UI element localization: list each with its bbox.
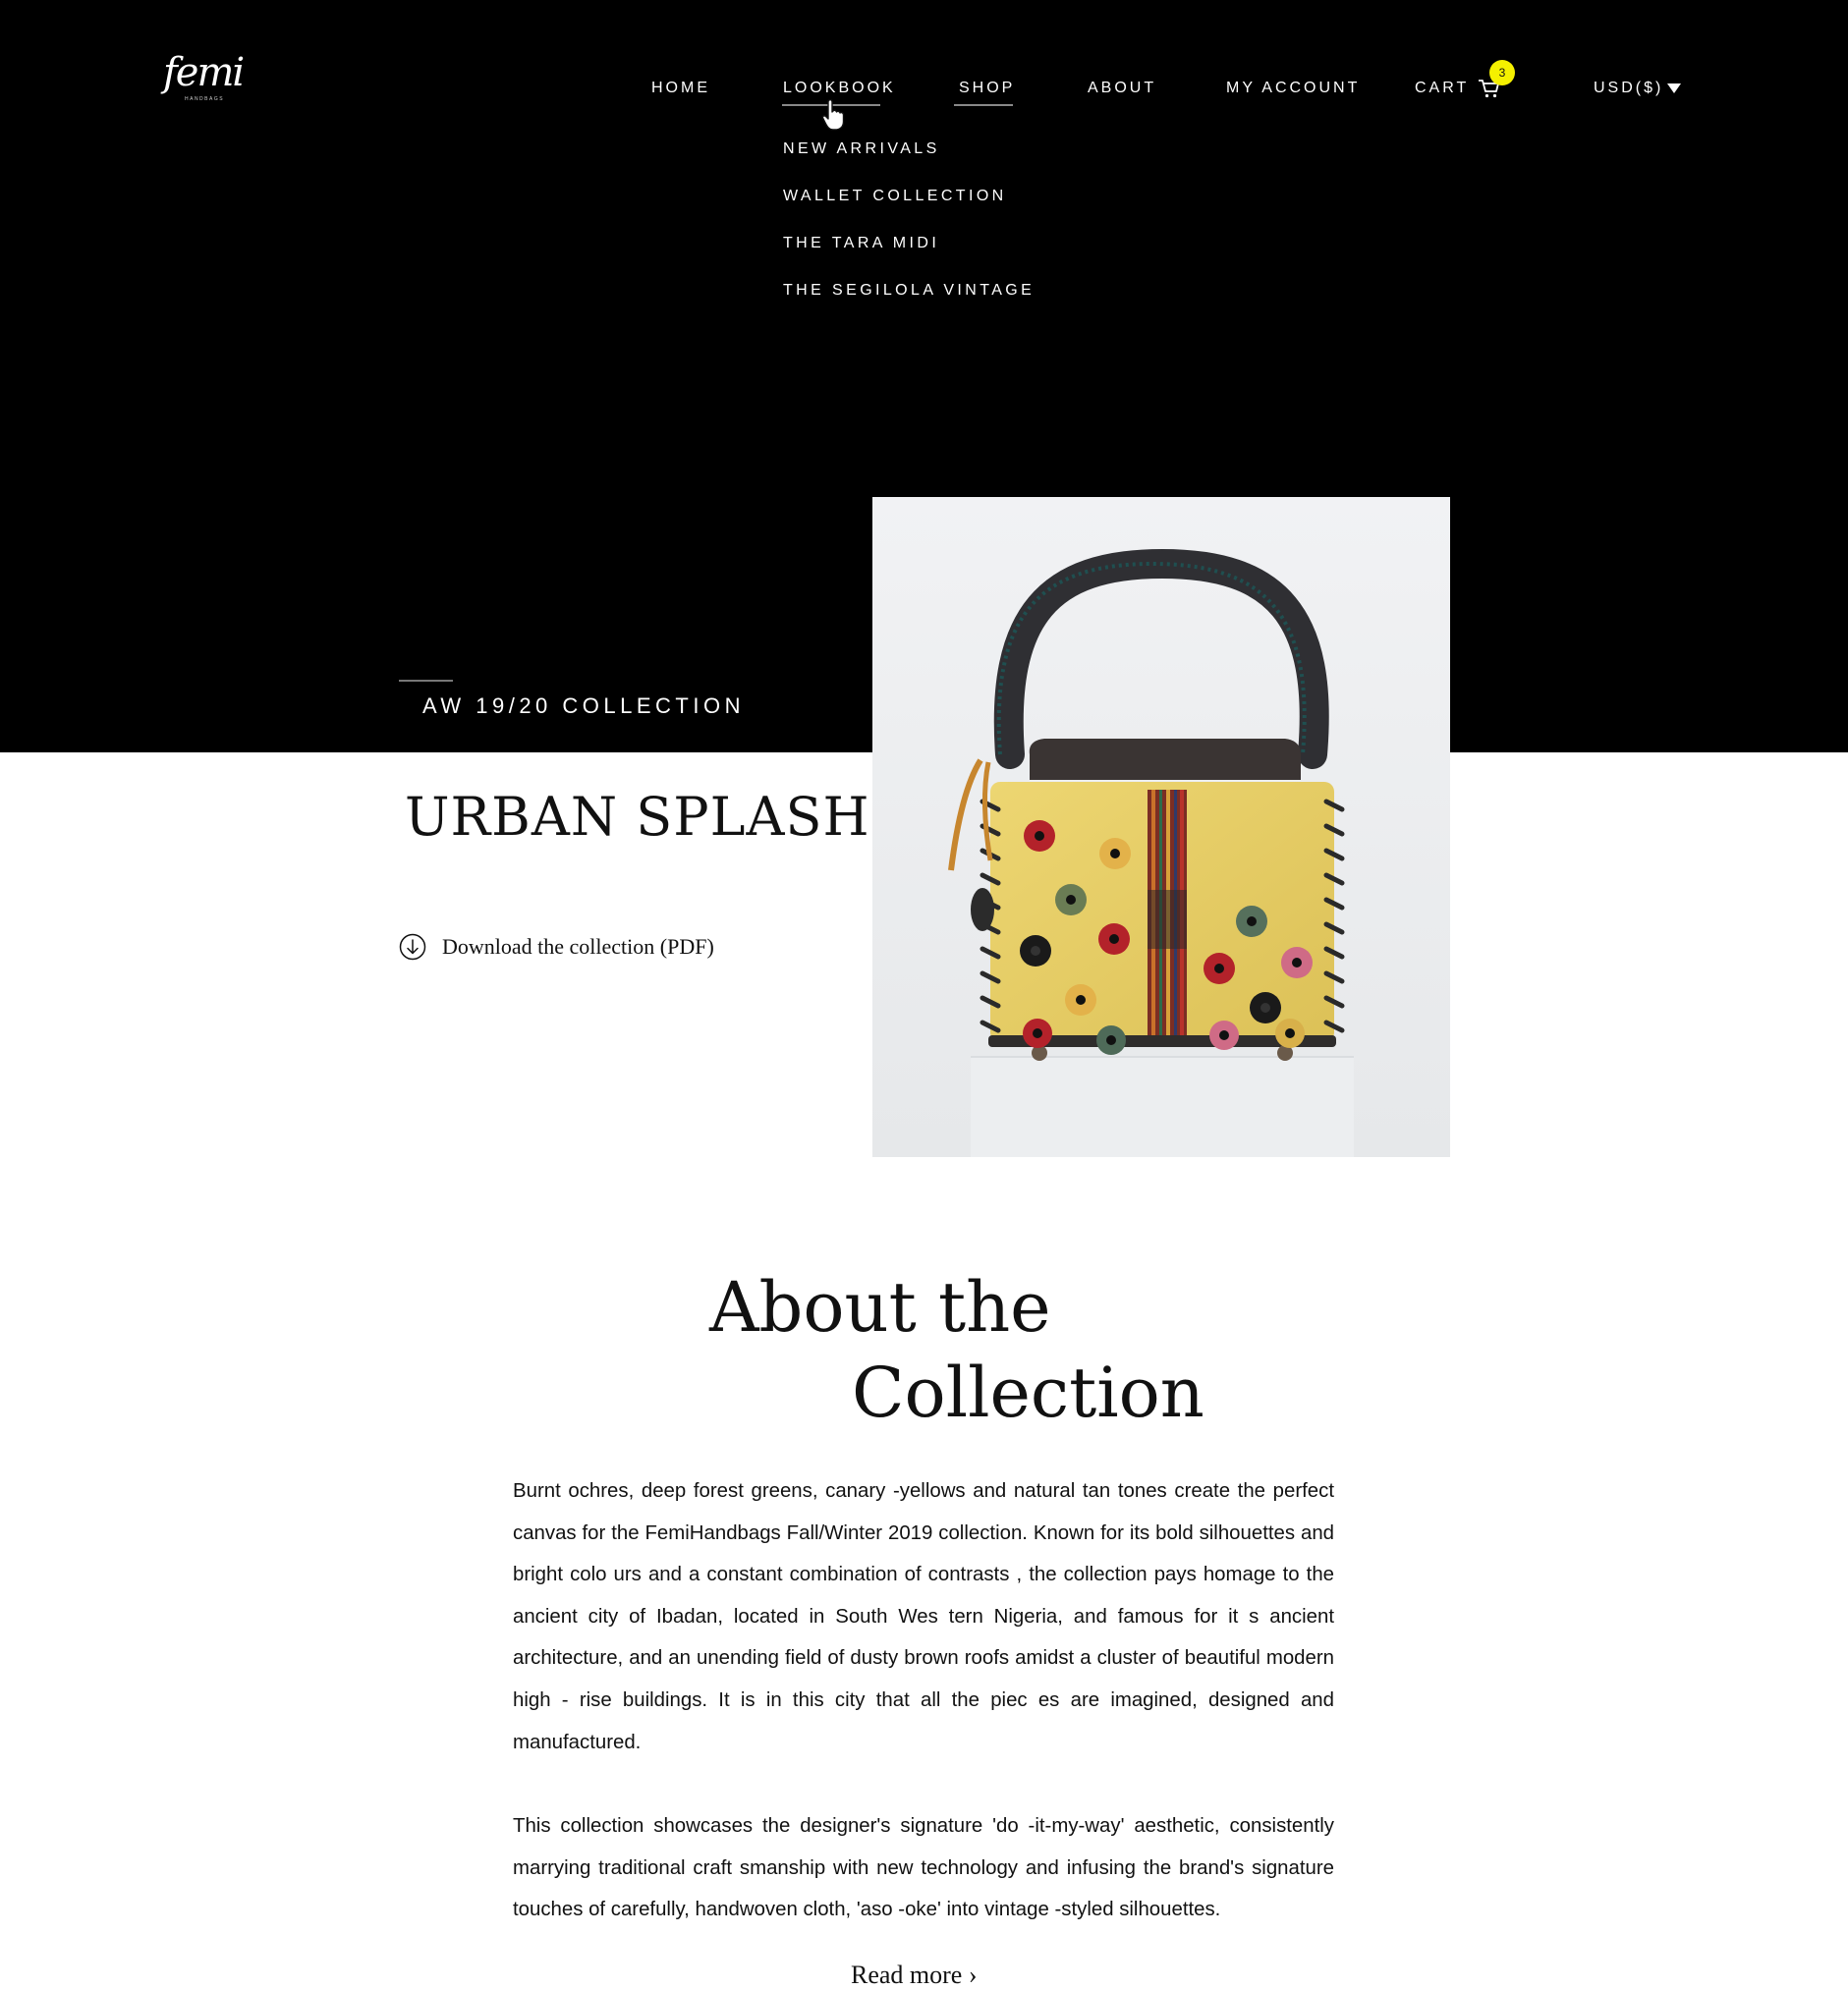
download-label: Download the collection (PDF) xyxy=(442,934,714,959)
dropdown-item-segilola-vintage[interactable]: THE SEGILOLA VINTAGE xyxy=(783,279,1035,303)
nav-home[interactable]: HOME xyxy=(651,77,710,100)
about-paragraph-1: Burnt ochres, deep forest greens, canary… xyxy=(513,1480,1334,1753)
about-title-line1: About the xyxy=(709,1267,1051,1348)
product-image-urban-splash-bag xyxy=(872,497,1450,1157)
download-collection-link[interactable]: Download the collection (PDF) xyxy=(399,933,714,961)
about-title-line2: Collection xyxy=(852,1353,1204,1433)
read-more-link[interactable]: Read more › xyxy=(851,1961,978,1990)
nav-shop[interactable]: SHOP xyxy=(959,77,1015,100)
read-more-label: Read more xyxy=(851,1961,963,1989)
nav-my-account[interactable]: MY ACCOUNT xyxy=(1226,77,1360,100)
main-nav: HOME LOOKBOOK SHOP ABOUT MY ACCOUNT CART… xyxy=(0,77,1848,100)
chevron-down-icon[interactable] xyxy=(1667,83,1681,93)
handbag-illustration xyxy=(872,497,1450,1157)
aso-oke-stripe xyxy=(1148,790,1187,1040)
dropdown-item-new-arrivals[interactable]: NEW ARRIVALS xyxy=(783,138,940,161)
download-icon xyxy=(399,933,426,961)
cart-count-badge: 3 xyxy=(1489,60,1515,85)
currency-selector[interactable]: USD($) xyxy=(1594,77,1663,100)
nav-shop-underline xyxy=(954,104,1013,106)
nav-about[interactable]: ABOUT xyxy=(1088,77,1156,100)
chevron-right-icon: › xyxy=(968,1961,978,1989)
dropdown-item-wallet-collection[interactable]: WALLET COLLECTION xyxy=(783,185,1007,208)
season-divider xyxy=(399,680,453,682)
about-paragraph-2: This collection showcases the designer's… xyxy=(513,1815,1334,1921)
collection-season: AW 19/20 COLLECTION xyxy=(422,693,745,718)
nav-lookbook[interactable]: LOOKBOOK xyxy=(783,77,896,100)
pointer-cursor-icon xyxy=(821,98,845,131)
collection-title: URBAN SPLASH xyxy=(405,786,870,848)
dropdown-item-tara-midi[interactable]: THE TARA MIDI xyxy=(783,232,939,255)
nav-cart[interactable]: CART xyxy=(1415,77,1469,100)
